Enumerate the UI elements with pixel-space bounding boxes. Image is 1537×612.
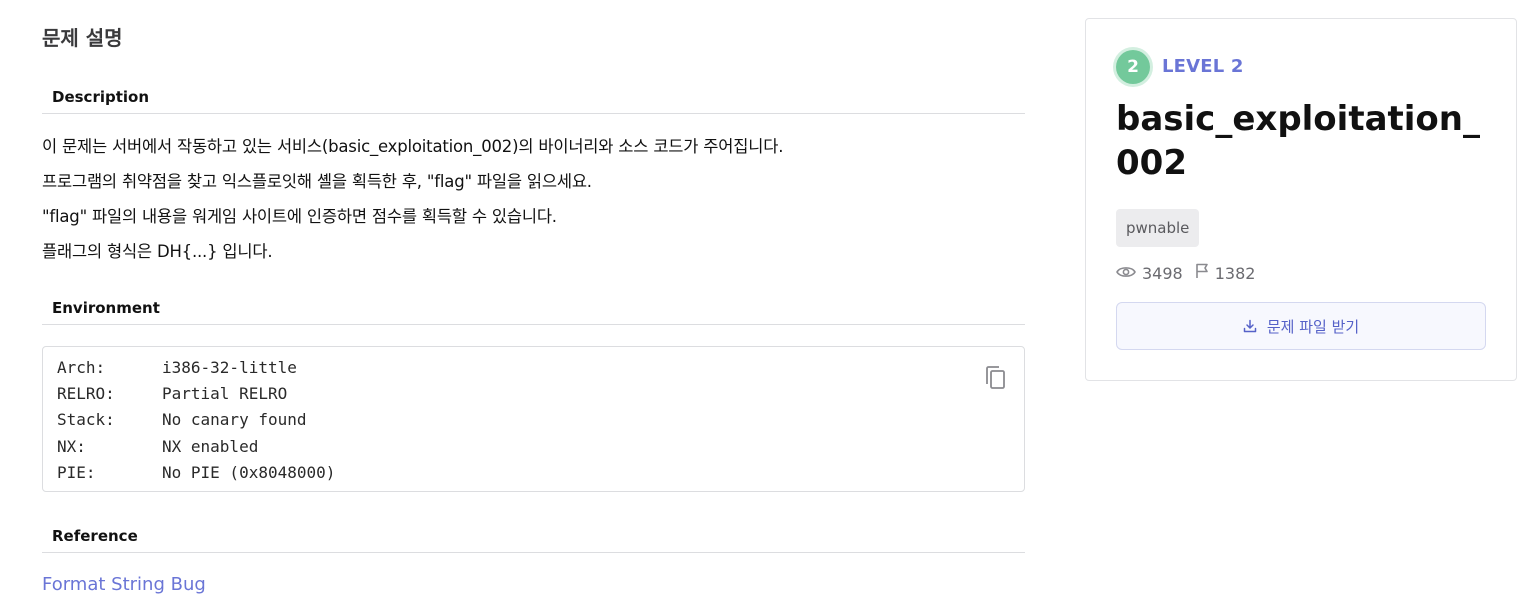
code-key: RELRO: (57, 384, 115, 404)
page: 문제 설명 Description 이 문제는 서버에서 작동하고 있는 서비스… (0, 0, 1537, 612)
description-line: "flag" 파일의 내용을 워게임 사이트에 인증하면 점수를 획득할 수 있… (42, 207, 557, 226)
code-value: NX enabled (162, 436, 259, 456)
description-line: 프로그램의 취약점을 찾고 익스플로잇해 셸을 획득한 후, "flag" 파일… (42, 172, 592, 191)
description-line: 플래그의 형식은 DH{...} 입니다. (42, 242, 273, 261)
download-icon (1243, 319, 1257, 333)
code-row-relro: RELRO: Partial RELRO (57, 381, 335, 407)
description-text: 이 문제는 서버에서 작동하고 있는 서비스(basic_exploitatio… (42, 129, 783, 269)
download-files-label: 문제 파일 받기 (1266, 317, 1360, 336)
challenge-title: basic_exploitation_002 (1116, 99, 1480, 183)
description-line: 이 문제는 서버에서 작동하고 있는 서비스(basic_exploitatio… (42, 137, 784, 156)
code-row-arch: Arch: i386-32-little (57, 355, 335, 381)
reference-heading: Reference (42, 519, 1025, 553)
code-row-stack: Stack: No canary found (57, 407, 335, 433)
code-row-pie: PIE: No PIE (0x8048000) (57, 460, 335, 486)
code-key: Arch: (57, 358, 106, 377)
description-heading-label: Description (52, 88, 150, 106)
code-key: PIE: (57, 462, 96, 482)
eye-icon (1116, 264, 1136, 283)
level-label: LEVEL 2 (1162, 56, 1244, 77)
code-key: NX: (57, 436, 86, 456)
level-badge: 2 (1116, 50, 1150, 84)
environment-heading: Environment (42, 291, 1025, 325)
environment-code-block: Arch: i386-32-little RELRO: Partial RELRO … (42, 346, 1025, 492)
reference-link[interactable]: Format String Bug (42, 574, 206, 595)
solves-count: 1382 (1214, 263, 1256, 283)
views-count: 3498 (1142, 263, 1183, 283)
code-row-nx: NX: NX enabled (57, 434, 335, 460)
description-heading: Description (42, 80, 1025, 114)
reference-heading-label: Reference (52, 527, 138, 545)
flag-icon (1195, 263, 1209, 283)
challenge-stats: 3498 1382 (1116, 263, 1267, 283)
download-files-button[interactable]: 문제 파일 받기 (1116, 302, 1486, 350)
challenge-info-card: 2 LEVEL 2 basic_exploitation_002 pwnable… (1085, 18, 1517, 381)
code-value: Partial RELRO (162, 384, 288, 404)
copy-icon[interactable] (984, 365, 1008, 391)
environment-code: Arch: i386-32-little RELRO: Partial RELRO … (57, 355, 335, 486)
category-tag[interactable]: pwnable (1116, 209, 1200, 247)
code-value: No PIE (0x8048000) (162, 462, 336, 482)
code-value: No canary found (162, 410, 307, 430)
code-key: Stack: (57, 410, 115, 430)
code-value: i386-32-little (162, 358, 297, 377)
page-title: 문제 설명 (42, 26, 123, 50)
environment-heading-label: Environment (52, 299, 160, 317)
